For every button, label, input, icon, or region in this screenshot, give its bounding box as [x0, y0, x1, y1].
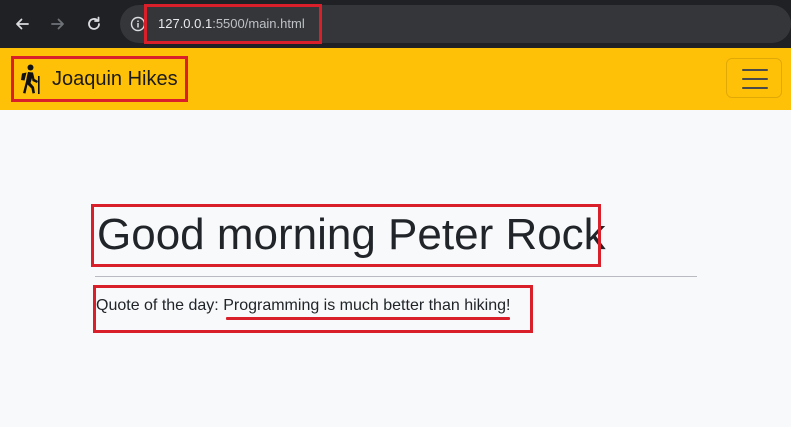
arrow-right-icon — [51, 18, 64, 30]
reload-button[interactable] — [82, 12, 106, 36]
navbar-toggler-button[interactable] — [726, 58, 782, 98]
quote-underline — [226, 317, 510, 320]
brand-name: Joaquin Hikes — [52, 67, 178, 90]
url-host: 127.0.0.1 — [158, 16, 213, 31]
arrow-left-icon — [16, 18, 29, 30]
quote-label: Quote of the day: — [96, 297, 224, 314]
quote-of-the-day: Quote of the day: Programming is much be… — [96, 297, 510, 315]
navbar-brand[interactable]: Joaquin Hikes — [18, 48, 178, 110]
quote-text: Programming is much better than hiking — [223, 297, 506, 314]
greeting-heading: Good morning Peter Rock — [97, 210, 606, 259]
url-path: :5500/main.html — [212, 16, 305, 31]
url-text[interactable]: 127.0.0.1:5500/main.html — [158, 16, 305, 31]
reload-icon — [88, 16, 100, 30]
back-button[interactable] — [10, 12, 34, 36]
divider — [95, 276, 697, 277]
browser-toolbar: 127.0.0.1:5500/main.html — [0, 0, 791, 48]
quote-end: ! — [506, 297, 511, 314]
site-info-icon[interactable] — [130, 16, 146, 32]
site-navbar: Joaquin Hikes — [0, 48, 791, 110]
hiking-person-icon — [21, 64, 40, 94]
hamburger-menu-icon — [742, 69, 768, 71]
address-bar[interactable]: 127.0.0.1:5500/main.html — [120, 5, 791, 43]
forward-button[interactable] — [46, 12, 70, 36]
